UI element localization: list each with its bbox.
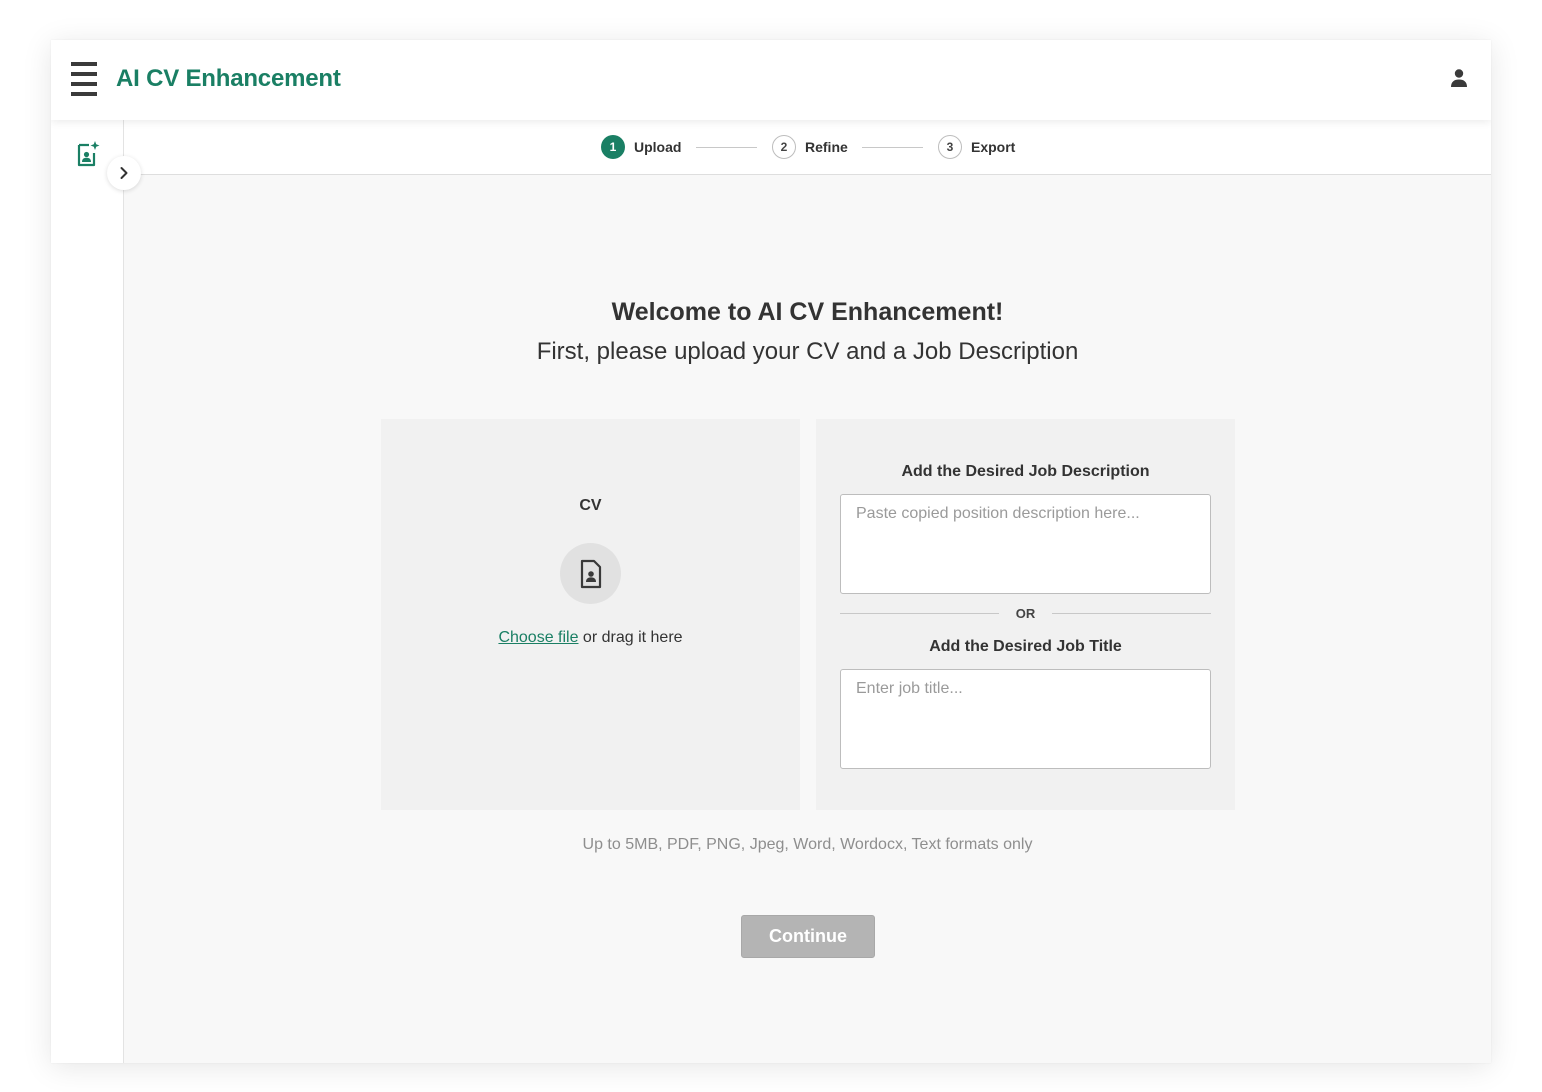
cv-upload-instructions: Choose file or drag it here xyxy=(381,629,800,647)
job-description-label: Add the Desired Job Description xyxy=(901,463,1150,480)
cv-upload-dropzone[interactable]: CV Choose file or drag it here xyxy=(381,419,800,810)
job-description-input[interactable] xyxy=(840,494,1211,594)
file-formats-note: Up to 5MB, PDF, PNG, Jpeg, Word, Wordocx… xyxy=(582,836,1033,853)
app-title: AI CV Enhancement xyxy=(116,65,341,92)
cv-label: CV xyxy=(579,497,602,514)
step-refine[interactable]: 2 Refine xyxy=(772,135,848,159)
sidebar xyxy=(51,120,124,1063)
continue-button[interactable]: Continue xyxy=(741,915,875,958)
step-export[interactable]: 3 Export xyxy=(938,135,1015,159)
sidebar-expand-button[interactable] xyxy=(107,156,141,190)
welcome-title: Welcome to AI CV Enhancement! xyxy=(611,298,1004,326)
step-number: 2 xyxy=(772,135,796,159)
step-connector xyxy=(862,147,923,148)
step-number: 3 xyxy=(938,135,962,159)
hamburger-menu-icon[interactable] xyxy=(71,62,97,96)
cv-file-icon-circle xyxy=(560,543,621,604)
contact-file-icon xyxy=(580,559,601,588)
step-connector xyxy=(696,147,757,148)
drag-text: or drag it here xyxy=(578,629,683,646)
step-number: 1 xyxy=(601,135,625,159)
job-details-panel: Add the Desired Job Description OR Add t… xyxy=(816,419,1235,810)
step-label: Refine xyxy=(805,139,848,155)
choose-file-link[interactable]: Choose file xyxy=(498,629,578,646)
app-window: AI CV Enhancement 1 Upload 2 Refine 3 Ex… xyxy=(51,40,1491,1063)
top-bar: AI CV Enhancement xyxy=(51,40,1491,120)
step-label: Export xyxy=(971,139,1016,155)
step-upload[interactable]: 1 Upload xyxy=(601,135,681,159)
user-account-icon[interactable] xyxy=(1449,68,1469,88)
welcome-subtitle: First, please upload your CV and a Job D… xyxy=(536,338,1079,365)
job-title-label: Add the Desired Job Title xyxy=(929,638,1122,655)
step-label: Upload xyxy=(634,139,682,155)
document-sparkle-icon[interactable] xyxy=(75,140,101,168)
job-title-input[interactable] xyxy=(840,669,1211,769)
progress-stepper: 1 Upload 2 Refine 3 Export xyxy=(124,120,1491,175)
or-divider-right xyxy=(1052,613,1211,614)
chevron-right-icon xyxy=(120,167,128,179)
